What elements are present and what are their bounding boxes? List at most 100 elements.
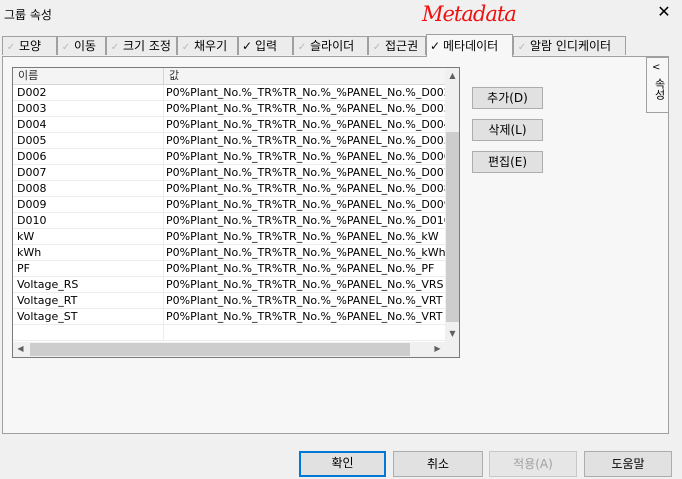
row-name: D002 — [13, 85, 164, 101]
table-row[interactable]: Voltage_RT P0%Plant_No.%_TR%TR_No.%_%PANE… — [13, 293, 445, 309]
row-name — [13, 325, 164, 341]
faint-check-icon: ✓ — [181, 42, 191, 53]
tab-5[interactable]: ✓ 슬라이더 — [293, 36, 368, 55]
chevron-left-icon: < — [652, 62, 661, 73]
table-row[interactable]: D002 P0%Plant_No.%_TR%TR_No.%_%PANEL_No.%… — [13, 85, 445, 101]
faint-check-icon: ✓ — [61, 42, 71, 53]
tab-0[interactable]: ✓ 모양 — [2, 36, 57, 55]
row-value: P0%Plant_No.%_TR%TR_No.%_%PANEL_No.%_kWh — [166, 246, 445, 259]
tab-label: 슬라이더 — [310, 39, 355, 53]
table-row[interactable]: D010 P0%Plant_No.%_TR%TR_No.%_%PANEL_No.%… — [13, 213, 445, 229]
row-value: P0%Plant_No.%_TR%TR_No.%_%PANEL_No.%_D00… — [166, 198, 445, 211]
tab-label: 접근권 — [385, 39, 419, 53]
row-name: D004 — [13, 117, 164, 133]
row-value: P0%Plant_No.%_TR%TR_No.%_%PANEL_No.%_D00… — [166, 86, 445, 99]
metadata-list[interactable]: 이름 값 D002 P0%Plant_No.%_TR%TR_No.%_%PANEL… — [12, 67, 460, 358]
table-row[interactable]: D007 P0%Plant_No.%_TR%TR_No.%_%PANEL_No.%… — [13, 165, 445, 181]
apply-button[interactable]: 적용(A) — [489, 451, 577, 477]
row-value: P0%Plant_No.%_TR%TR_No.%_%PANEL_No.%_D00… — [166, 182, 445, 195]
faint-check-icon: ✓ — [110, 42, 120, 53]
tab-label: 메타데이터 — [443, 39, 499, 53]
row-name: D009 — [13, 197, 164, 213]
faint-check-icon: ✓ — [372, 42, 382, 53]
table-row[interactable]: D003 P0%Plant_No.%_TR%TR_No.%_%PANEL_No.%… — [13, 101, 445, 117]
ok-button[interactable]: 확인 — [299, 451, 386, 477]
tab-label: 알람 인디케이터 — [530, 39, 612, 53]
table-row[interactable]: D009 P0%Plant_No.%_TR%TR_No.%_%PANEL_No.%… — [13, 197, 445, 213]
tab-label: 모양 — [19, 39, 42, 53]
list-header: 이름 값 — [13, 68, 445, 85]
table-row[interactable]: D005 P0%Plant_No.%_TR%TR_No.%_%PANEL_No.%… — [13, 133, 445, 149]
table-row[interactable]: Voltage_ST P0%Plant_No.%_TR%TR_No.%_%PANE… — [13, 309, 445, 325]
table-row[interactable] — [13, 325, 445, 341]
row-value: P0%Plant_No.%_TR%TR_No.%_%PANEL_No.%_D00… — [166, 118, 445, 131]
scroll-corner — [445, 342, 459, 357]
row-value: P0%Plant_No.%_TR%TR_No.%_%PANEL_No.%_PF — [166, 262, 435, 275]
column-header-value[interactable]: 값 — [164, 68, 445, 84]
row-value — [164, 325, 445, 341]
side-tab-properties[interactable]: < 속성 — [646, 57, 668, 113]
tab-3[interactable]: ✓ 채우기 — [177, 36, 238, 55]
row-value: P0%Plant_No.%_TR%TR_No.%_%PANEL_No.%_VRT — [166, 294, 443, 307]
row-value: P0%Plant_No.%_TR%TR_No.%_%PANEL_No.%_D00… — [166, 134, 445, 147]
checkmark-icon: ✓ — [429, 39, 441, 53]
tab-4[interactable]: ✓ 입력 — [238, 36, 293, 55]
row-name: D005 — [13, 133, 164, 149]
dialog-title: 그룹 속성 — [4, 8, 52, 22]
column-header-name[interactable]: 이름 — [13, 68, 164, 84]
row-name: D010 — [13, 213, 164, 229]
tab-2[interactable]: ✓ 크기 조정 — [106, 36, 177, 55]
cancel-button[interactable]: 취소 — [393, 451, 483, 477]
tab-6[interactable]: ✓ 접근권 — [368, 36, 426, 55]
scroll-right-icon[interactable]: ▶ — [430, 341, 445, 357]
row-value: P0%Plant_No.%_TR%TR_No.%_%PANEL_No.%_D00… — [166, 102, 445, 115]
row-name: D007 — [13, 165, 164, 181]
row-value: P0%Plant_No.%_TR%TR_No.%_%PANEL_No.%_VRT — [166, 310, 443, 323]
delete-button[interactable]: 삭제(L) — [472, 119, 543, 141]
horizontal-scroll-thumb[interactable] — [30, 343, 410, 356]
table-row[interactable]: D006 P0%Plant_No.%_TR%TR_No.%_%PANEL_No.%… — [13, 149, 445, 165]
faint-check-icon: ✓ — [6, 42, 16, 53]
table-row[interactable]: D008 P0%Plant_No.%_TR%TR_No.%_%PANEL_No.%… — [13, 181, 445, 197]
tab-label: 채우기 — [194, 39, 228, 53]
row-value: P0%Plant_No.%_TR%TR_No.%_%PANEL_No.%_kW — [166, 230, 439, 243]
help-button[interactable]: 도움말 — [584, 451, 672, 477]
close-icon[interactable]: ✕ — [654, 2, 674, 22]
edit-button[interactable]: 편집(E) — [472, 151, 543, 173]
table-row[interactable]: Voltage_RS P0%Plant_No.%_TR%TR_No.%_%PANE… — [13, 277, 445, 293]
faint-check-icon: ✓ — [297, 42, 307, 53]
scroll-left-icon[interactable]: ◀ — [13, 341, 28, 357]
row-value: P0%Plant_No.%_TR%TR_No.%_%PANEL_No.%_D00… — [166, 166, 445, 179]
row-name: D006 — [13, 149, 164, 165]
row-name: kW — [13, 229, 164, 245]
table-row[interactable]: PF P0%Plant_No.%_TR%TR_No.%_%PANEL_No.%_P… — [13, 261, 445, 277]
tab-label: 이동 — [74, 39, 97, 53]
table-row[interactable]: kWh P0%Plant_No.%_TR%TR_No.%_%PANEL_No.%_… — [13, 245, 445, 261]
scroll-down-icon[interactable]: ▼ — [445, 326, 459, 342]
row-value: P0%Plant_No.%_TR%TR_No.%_%PANEL_No.%_VRS — [166, 278, 444, 291]
row-value: P0%Plant_No.%_TR%TR_No.%_%PANEL_No.%_D00… — [166, 150, 445, 163]
vertical-scroll-thumb[interactable] — [446, 132, 459, 322]
table-row[interactable]: D004 P0%Plant_No.%_TR%TR_No.%_%PANEL_No.%… — [13, 117, 445, 133]
checkmark-icon: ✓ — [241, 39, 253, 53]
tab-1[interactable]: ✓ 이동 — [57, 36, 106, 55]
vertical-scrollbar[interactable]: ▲ ▼ — [445, 68, 459, 342]
add-button[interactable]: 추가(D) — [472, 87, 543, 109]
row-name: Voltage_RS — [13, 277, 164, 293]
row-name: D003 — [13, 101, 164, 117]
tab-label: 크기 조정 — [123, 39, 171, 53]
tab-8[interactable]: ✓ 알람 인디케이터 — [513, 36, 626, 55]
tab-strip: ✓ 모양 ✓ 이동 ✓ 크기 조정 ✓ 채우기 ✓ 입력 ✓ 슬라이더 ✓ 접근권 ✓ 메타데이터 ✓ 알람 인디… — [2, 34, 628, 57]
row-name: D008 — [13, 181, 164, 197]
tab-7[interactable]: ✓ 메타데이터 — [426, 34, 513, 57]
horizontal-scrollbar[interactable]: ◀ ▶ — [13, 342, 445, 357]
row-name: kWh — [13, 245, 164, 261]
metadata-annotation: Metadata — [422, 2, 517, 26]
row-name: PF — [13, 261, 164, 277]
row-name: Voltage_RT — [13, 293, 164, 309]
list-rows: D002 P0%Plant_No.%_TR%TR_No.%_%PANEL_No.%… — [13, 85, 445, 341]
side-tab-label: 속성 — [653, 78, 666, 100]
scroll-up-icon[interactable]: ▲ — [445, 68, 459, 84]
table-row[interactable]: kW P0%Plant_No.%_TR%TR_No.%_%PANEL_No.%_k… — [13, 229, 445, 245]
tab-label: 입력 — [255, 39, 278, 53]
